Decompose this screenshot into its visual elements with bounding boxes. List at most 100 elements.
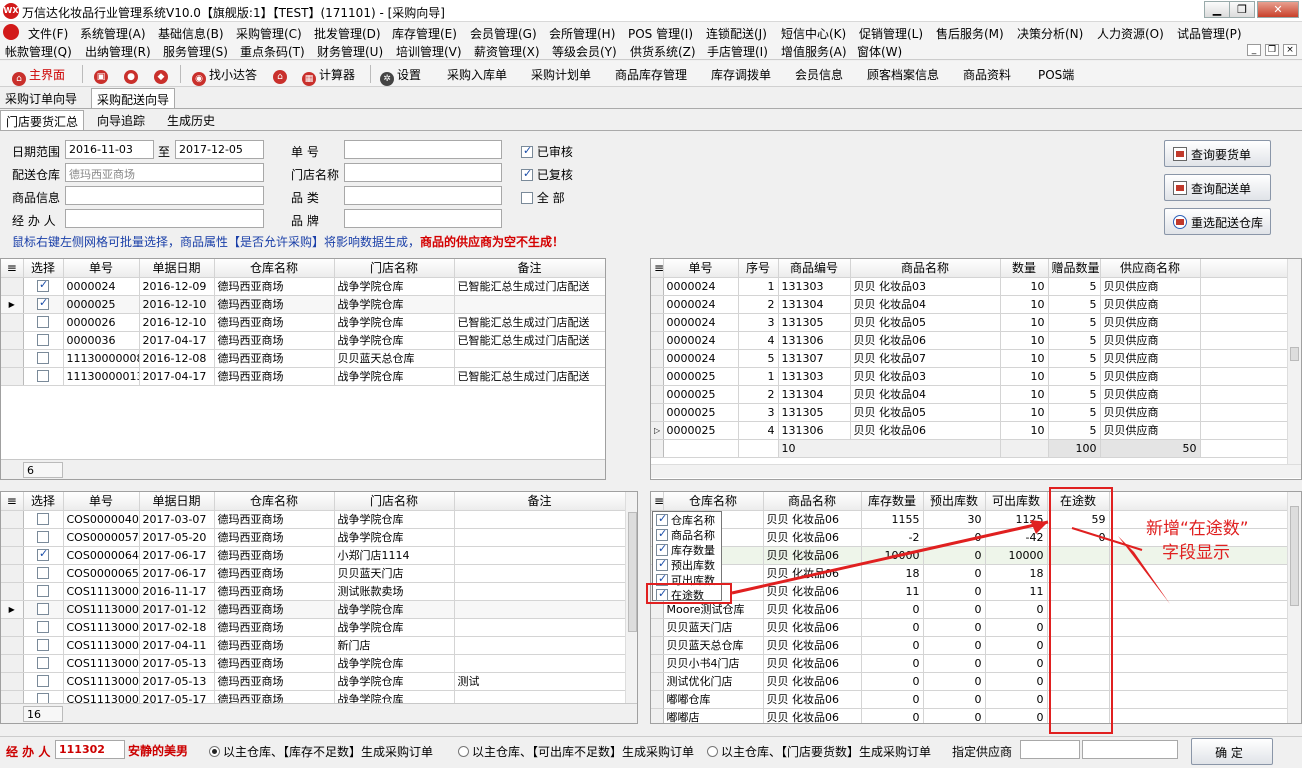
menu-item[interactable]: 服务管理(S): [163, 43, 228, 60]
table-row[interactable]: 嘟嘟店 贝贝 化妆品06 0 0 0: [651, 708, 1288, 723]
date-to-input[interactable]: 2017-12-05: [175, 140, 264, 159]
table-row[interactable]: 00000242016-12-09德玛西亚商场战争学院仓库已智能汇总生成过门店配…: [1, 277, 605, 296]
column-picker-item[interactable]: 预出库数: [653, 557, 721, 572]
table-row[interactable]: COS0000065 2017-06-17 德玛西亚商场 贝贝蓝天门店: [1, 564, 626, 583]
bottom-handler-id[interactable]: 111302: [55, 740, 125, 759]
menu-item[interactable]: 库存管理(E): [392, 25, 457, 42]
ok-button[interactable]: 确 定: [1191, 738, 1273, 765]
home-button[interactable]: ⌂ 主界面: [12, 66, 65, 86]
toolbar-item[interactable]: 商品资料: [963, 66, 1011, 83]
menu-item[interactable]: 连锁配送(J): [706, 25, 767, 42]
row-checkbox[interactable]: [37, 369, 49, 382]
menu-item[interactable]: 人力资源(O): [1097, 25, 1164, 42]
menu-item[interactable]: 文件(F): [28, 25, 68, 42]
table-row[interactable]: ▶ COS11130000 2017-01-12 德玛西亚商场 战争学院仓库: [1, 600, 626, 619]
grid2-vscroll[interactable]: [1287, 259, 1301, 464]
menu-item[interactable]: 促销管理(L): [859, 25, 923, 42]
table-row[interactable]: 贝贝小书4门店 贝贝 化妆品06 0 0 0: [651, 654, 1288, 673]
table-row[interactable]: 0000025 3 131305 贝贝 化妆品05 10 5 贝贝供应商: [651, 403, 1288, 422]
menu-item[interactable]: 决策分析(N): [1017, 25, 1083, 42]
tab-store-request-summary[interactable]: 门店要货汇总: [0, 110, 85, 130]
grid-column-header[interactable]: 仓库名称: [214, 259, 335, 278]
menu-item[interactable]: 批发管理(D): [314, 25, 381, 42]
grid-column-header[interactable]: 赠品数量: [1048, 259, 1101, 278]
table-row[interactable]: 11130000013 2017-04-17 德玛西亚商场 战争学院仓库 已智能汇总生成…: [1, 367, 605, 386]
table-row[interactable]: 贝贝蓝天总仓库 贝贝 化妆品06 0 0 0: [651, 636, 1288, 655]
grid-column-header[interactable]: 单据日期: [139, 259, 215, 278]
row-checkbox[interactable]: [37, 315, 49, 328]
grid-menu-icon[interactable]: ≡: [651, 492, 664, 511]
grid-menu-icon[interactable]: ≡: [1, 259, 24, 278]
table-row[interactable]: 0000024 2 131304 贝贝 化妆品04 10 5 贝贝供应商: [651, 295, 1288, 314]
radio-store-request[interactable]: 以主仓库、【门店要货数】生成采购订单: [707, 743, 931, 760]
row-checkbox[interactable]: [37, 530, 49, 543]
query-distribution-button[interactable]: 查询配送单: [1164, 174, 1271, 201]
grid-column-header[interactable]: 备注: [454, 259, 605, 278]
grid-column-header[interactable]: 单据日期: [139, 492, 215, 511]
grid-column-header[interactable]: 供应商名称: [1100, 259, 1201, 278]
grid-column-header[interactable]: 单号: [63, 259, 140, 278]
row-checkbox-cell[interactable]: [23, 600, 64, 619]
menu-item[interactable]: 财务管理(U): [317, 43, 383, 60]
menu-item[interactable]: 采购管理(C): [236, 25, 302, 42]
grid-column-header[interactable]: 商品名称: [850, 259, 1001, 278]
row-checkbox-cell[interactable]: [23, 618, 64, 637]
grid-column-header[interactable]: 序号: [738, 259, 779, 278]
grid-column-header[interactable]: 仓库名称: [214, 492, 335, 511]
calculator-button[interactable]: ▦ 计算器: [302, 66, 355, 86]
chat-button[interactable]: ●: [124, 66, 141, 84]
table-row[interactable]: 测试优化门店 贝贝 化妆品06 0 0 0: [651, 672, 1288, 691]
toolbar-item[interactable]: 采购计划单: [531, 66, 591, 83]
toolbar-item[interactable]: 库存调拨单: [711, 66, 771, 83]
table-row[interactable]: 0000026 2016-12-10 德玛西亚商场 战争学院仓库 已智能汇总生成过门店配…: [1, 313, 605, 332]
audited-checkbox[interactable]: 已审核: [521, 143, 573, 160]
menu-item[interactable]: 薪资管理(X): [474, 43, 540, 60]
row-checkbox-cell[interactable]: [23, 277, 64, 296]
row-checkbox-cell[interactable]: [23, 546, 64, 565]
table-row[interactable]: COS0000057 2017-05-20 德玛西亚商场 战争学院仓库: [1, 528, 626, 547]
brand-input[interactable]: [344, 209, 502, 228]
row-checkbox-cell[interactable]: [23, 654, 64, 673]
menu-item[interactable]: 基础信息(B): [158, 25, 224, 42]
radio-available-shortage[interactable]: 以主仓库、【可出库不足数】生成采购订单: [458, 743, 694, 760]
row-checkbox-cell[interactable]: [23, 295, 64, 314]
table-row[interactable]: 0000036 2017-04-17 德玛西亚商场 战争学院仓库 已智能汇总生成过门店配…: [1, 331, 605, 350]
grid-column-header[interactable]: 门店名称: [334, 492, 455, 511]
menu-item[interactable]: 系统管理(A): [80, 25, 146, 42]
query-request-button[interactable]: 查询要货单: [1164, 140, 1271, 167]
table-row[interactable]: 11130000008 2016-12-08 德玛西亚商场 贝贝蓝天总仓库: [1, 349, 605, 368]
row-checkbox-cell[interactable]: [23, 331, 64, 350]
table-row[interactable]: COS0000040 2017-03-07 德玛西亚商场 战争学院仓库: [1, 510, 626, 529]
row-checkbox[interactable]: [37, 512, 49, 525]
row-checkbox-cell[interactable]: [23, 367, 64, 386]
mdi-minimize-button[interactable]: _: [1247, 44, 1261, 56]
house-button[interactable]: ⌂: [273, 66, 290, 84]
table-row[interactable]: 0000025 2 131304 贝贝 化妆品04 10 5 贝贝供应商: [651, 385, 1288, 404]
minimize-button[interactable]: ▁: [1204, 1, 1230, 18]
table-row[interactable]: COS11130000 2017-05-13 德玛西亚商场 战争学院仓库 测试: [1, 672, 626, 691]
column-picker-item[interactable]: 仓库名称: [653, 512, 721, 527]
grid-column-header[interactable]: 备注: [454, 492, 626, 511]
row-checkbox-cell[interactable]: [23, 510, 64, 529]
table-row[interactable]: ▷ 0000025 4 131306 贝贝 化妆品06 10 5 贝贝供应商: [651, 421, 1288, 440]
menu-item[interactable]: 重点条码(T): [240, 43, 305, 60]
toolbar-item[interactable]: 商品库存管理: [615, 66, 687, 83]
grid-column-header[interactable]: 选择: [23, 259, 64, 278]
grid-column-header[interactable]: 单号: [663, 259, 739, 278]
toolbar-item[interactable]: 顾客档案信息: [867, 66, 939, 83]
row-checkbox-cell[interactable]: [23, 349, 64, 368]
menu-item[interactable]: 供货系统(Z): [630, 43, 696, 60]
find-assistant-button[interactable]: ◉ 找小达答: [192, 66, 257, 86]
row-checkbox[interactable]: [37, 333, 49, 346]
toolbar-item[interactable]: 会员信息: [795, 66, 843, 83]
row-checkbox[interactable]: [37, 584, 49, 597]
mdi-restore-button[interactable]: ❐: [1265, 44, 1279, 56]
reselect-warehouse-button[interactable]: 重选配送仓库: [1164, 208, 1271, 235]
row-checkbox[interactable]: [37, 566, 49, 579]
grid-menu-icon[interactable]: ≡: [1, 492, 24, 511]
row-checkbox-cell[interactable]: [23, 582, 64, 601]
row-checkbox-cell[interactable]: [23, 313, 64, 332]
menu-item[interactable]: 会员管理(G): [470, 25, 537, 42]
mdi-close-button[interactable]: ×: [1283, 44, 1297, 56]
row-checkbox[interactable]: [37, 638, 49, 651]
